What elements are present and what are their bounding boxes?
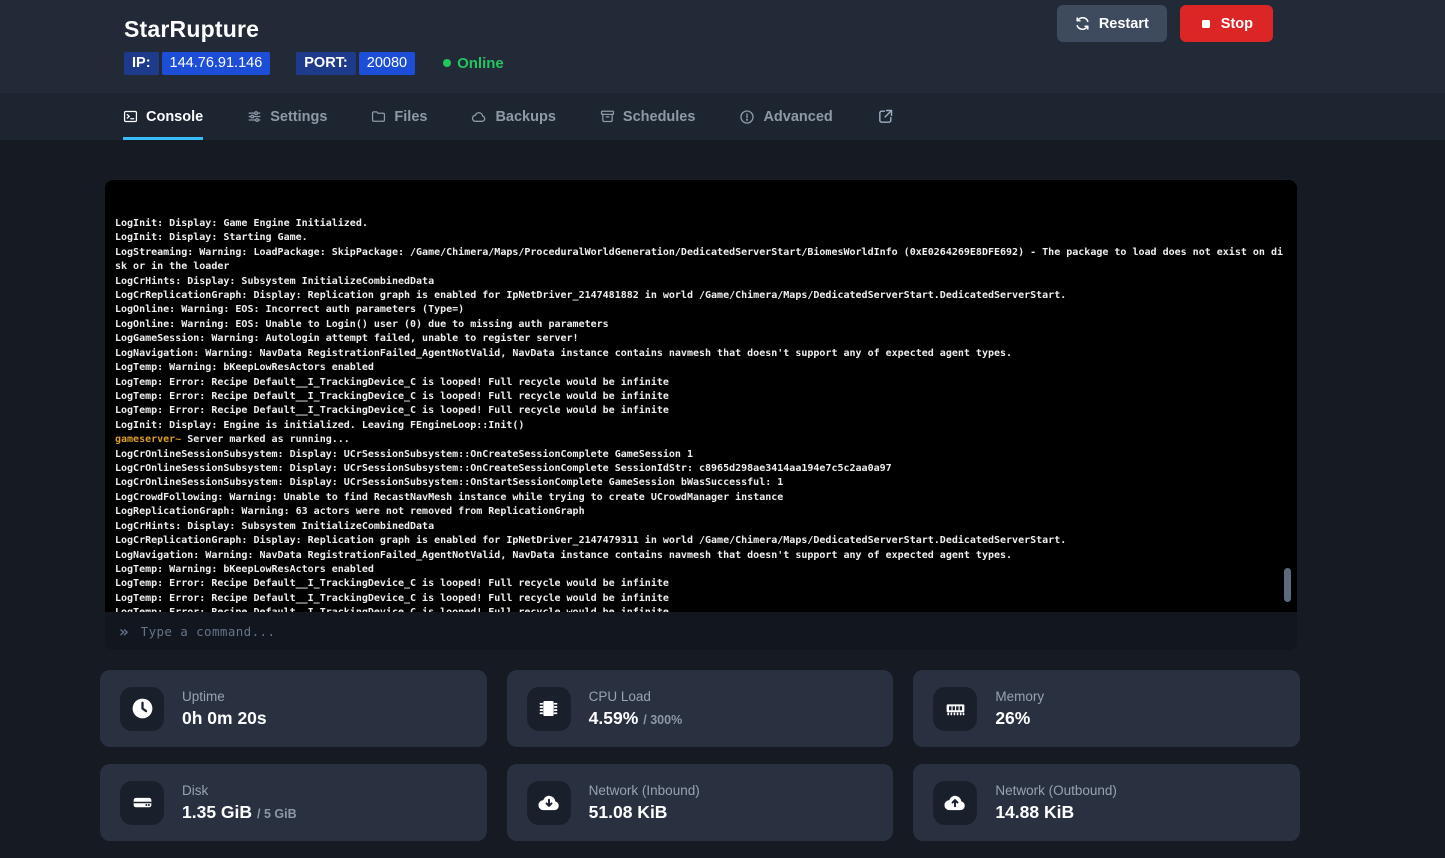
server-header: StarRupture IP: 144.76.91.146 PORT: 2008…: [0, 0, 1445, 93]
stat-label: Uptime: [182, 689, 267, 704]
stat-card-disk: Disk 1.35 GiB / 5 GiB: [100, 764, 487, 841]
console-line: LogTemp: Error: Recipe Default__I_Tracki…: [115, 376, 1287, 390]
console-line: LogCrOnlineSessionSubsystem: Display: UC…: [115, 462, 1287, 476]
stat-label: CPU Load: [589, 689, 683, 704]
console-line: LogTemp: Error: Recipe Default__I_Tracki…: [115, 404, 1287, 418]
tab-label: Schedules: [623, 109, 696, 125]
console-line: LogCrReplicationGraph: Display: Replicat…: [115, 289, 1287, 303]
console-line: LogOnline: Warning: EOS: Incorrect auth …: [115, 303, 1287, 317]
cloud-icon: [471, 109, 487, 125]
console-line: LogTemp: Error: Recipe Default__I_Tracki…: [115, 577, 1287, 591]
status-label: Online: [457, 55, 504, 72]
tab-external-link[interactable]: [877, 93, 894, 140]
restart-button-label: Restart: [1099, 16, 1149, 32]
stat-card-uptime: Uptime 0h 0m 20s: [100, 670, 487, 747]
console-line: LogTemp: Error: Recipe Default__I_Tracki…: [115, 606, 1287, 612]
stat-value: 26%: [995, 708, 1030, 728]
tab-settings[interactable]: Settings: [247, 93, 327, 140]
online-dot-icon: [443, 59, 451, 67]
stop-button[interactable]: Stop: [1180, 5, 1273, 42]
stop-square-icon: [1200, 18, 1212, 30]
console-line: LogCrReplicationGraph: Display: Replicat…: [115, 534, 1287, 548]
console-scrollbar-thumb[interactable]: [1284, 568, 1291, 602]
port-value-badge[interactable]: 20080: [359, 52, 415, 75]
tab-console[interactable]: Console: [123, 93, 203, 140]
console-line: LogInit: Display: Game Engine Initialize…: [115, 217, 1287, 231]
cpu-chip-icon: [536, 696, 561, 721]
stat-suffix: / 300%: [643, 713, 682, 727]
log-source-prefix: gameserver~: [115, 434, 181, 445]
command-prompt-icon: »: [119, 622, 129, 641]
tab-label: Backups: [495, 109, 555, 125]
status-badge: Online: [443, 55, 504, 72]
refresh-icon: [1075, 16, 1090, 31]
console-line: LogCrHints: Display: Subsystem Initializ…: [115, 520, 1287, 534]
console-line: gameserver~ Server marked as running...: [115, 433, 1287, 447]
console-line: LogInit: Display: Starting Game.: [115, 231, 1287, 245]
stat-label: Network (Inbound): [589, 783, 700, 798]
stat-label: Network (Outbound): [995, 783, 1117, 798]
stat-card-network-outbound: Network (Outbound) 14.88 KiB: [913, 764, 1300, 841]
console-line: LogNavigation: Warning: NavData Registra…: [115, 549, 1287, 563]
console-line: LogTemp: Warning: bKeepLowResActors enab…: [115, 563, 1287, 577]
port-label-badge: PORT:: [296, 52, 356, 75]
ip-label-badge: IP:: [124, 52, 159, 75]
tab-files[interactable]: Files: [371, 93, 427, 140]
console-line: LogCrOnlineSessionSubsystem: Display: UC…: [115, 448, 1287, 462]
sliders-icon: [247, 109, 262, 124]
tab-label: Files: [394, 109, 427, 125]
tab-schedules[interactable]: Schedules: [600, 93, 696, 140]
folder-icon: [371, 109, 386, 124]
stat-value: 4.59%: [589, 708, 639, 728]
tab-backups[interactable]: Backups: [471, 93, 555, 140]
stat-card-cpu-load: CPU Load 4.59% / 300%: [507, 670, 894, 747]
console-line: LogTemp: Error: Recipe Default__I_Tracki…: [115, 390, 1287, 404]
ip-value-badge[interactable]: 144.76.91.146: [162, 52, 271, 75]
stat-value: 51.08 KiB: [589, 802, 668, 822]
tab-bar: Console Settings Files Backups Schedules…: [0, 93, 1445, 140]
hard-drive-icon: [130, 790, 155, 815]
console-panel: LogInit: Display: Game Engine Initialize…: [105, 180, 1297, 650]
alert-badge-icon: [739, 109, 755, 125]
console-output[interactable]: LogInit: Display: Game Engine Initialize…: [105, 180, 1297, 612]
console-line: LogTemp: Error: Recipe Default__I_Tracki…: [115, 592, 1287, 606]
console-line: sk or in the loader: [115, 260, 1287, 274]
console-line: LogInit: Display: Engine is initialized.…: [115, 419, 1287, 433]
tab-label: Advanced: [763, 109, 832, 125]
external-link-icon: [877, 108, 894, 125]
restart-button[interactable]: Restart: [1057, 5, 1167, 42]
console-line: LogCrowdFollowing: Warning: Unable to fi…: [115, 491, 1287, 505]
tab-label: Settings: [270, 109, 327, 125]
stat-card-network-inbound: Network (Inbound) 51.08 KiB: [507, 764, 894, 841]
stat-value: 1.35 GiB: [182, 802, 252, 822]
command-input[interactable]: [141, 624, 1283, 639]
console-line: LogTemp: Warning: bKeepLowResActors enab…: [115, 361, 1287, 375]
stop-button-label: Stop: [1221, 16, 1253, 32]
command-bar: »: [105, 612, 1297, 650]
console-line: LogCrHints: Display: Subsystem Initializ…: [115, 275, 1287, 289]
stat-suffix: / 5 GiB: [257, 807, 297, 821]
console-line: LogOnline: Warning: EOS: Unable to Login…: [115, 318, 1287, 332]
stat-card-memory: Memory 26%: [913, 670, 1300, 747]
stat-label: Disk: [182, 783, 297, 798]
console-line: LogNavigation: Warning: NavData Registra…: [115, 347, 1287, 361]
stats-grid: Uptime 0h 0m 20s CPU Load 4.59% / 300% Me…: [100, 670, 1300, 841]
cloud-download-icon: [536, 790, 562, 816]
stat-value: 14.88 KiB: [995, 802, 1074, 822]
console-line: LogCrOnlineSessionSubsystem: Display: UC…: [115, 476, 1287, 490]
console-line: LogStreaming: Warning: LoadPackage: Skip…: [115, 246, 1287, 260]
console-line: LogReplicationGraph: Warning: 63 actors …: [115, 505, 1287, 519]
stat-value: 0h 0m 20s: [182, 708, 267, 728]
clock-icon: [130, 696, 155, 721]
terminal-icon: [123, 109, 138, 124]
stat-label: Memory: [995, 689, 1044, 704]
tab-label: Console: [146, 109, 203, 125]
console-line: LogGameSession: Warning: Autologin attem…: [115, 332, 1287, 346]
memory-stick-icon: [943, 696, 968, 721]
cloud-upload-icon: [942, 790, 968, 816]
archive-box-icon: [600, 109, 615, 124]
tab-advanced[interactable]: Advanced: [739, 93, 832, 140]
address-row: IP: 144.76.91.146 PORT: 20080 Online: [124, 52, 1300, 75]
